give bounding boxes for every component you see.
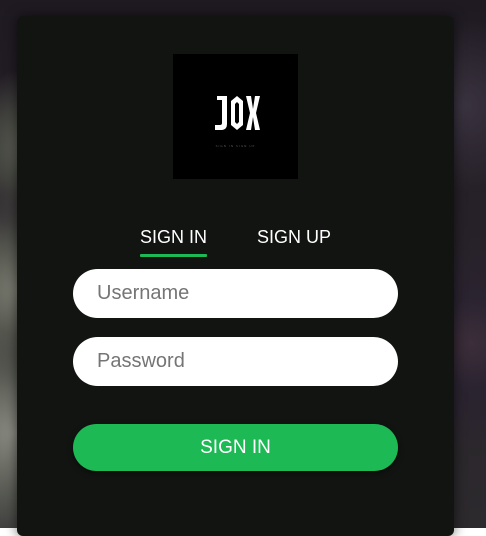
tab-sign-in[interactable]: SIGN IN (140, 227, 207, 248)
svg-text:SIGN IN SIGN UP: SIGN IN SIGN UP (216, 144, 256, 148)
brand-logo: SIGN IN SIGN UP (173, 54, 298, 179)
active-tab-indicator (140, 254, 207, 257)
tab-sign-up[interactable]: SIGN UP (257, 227, 331, 248)
username-input[interactable] (73, 269, 398, 318)
sign-in-button[interactable]: SIGN IN (73, 424, 398, 471)
password-input[interactable] (73, 337, 398, 386)
jox-logo-icon: SIGN IN SIGN UP (173, 54, 298, 179)
